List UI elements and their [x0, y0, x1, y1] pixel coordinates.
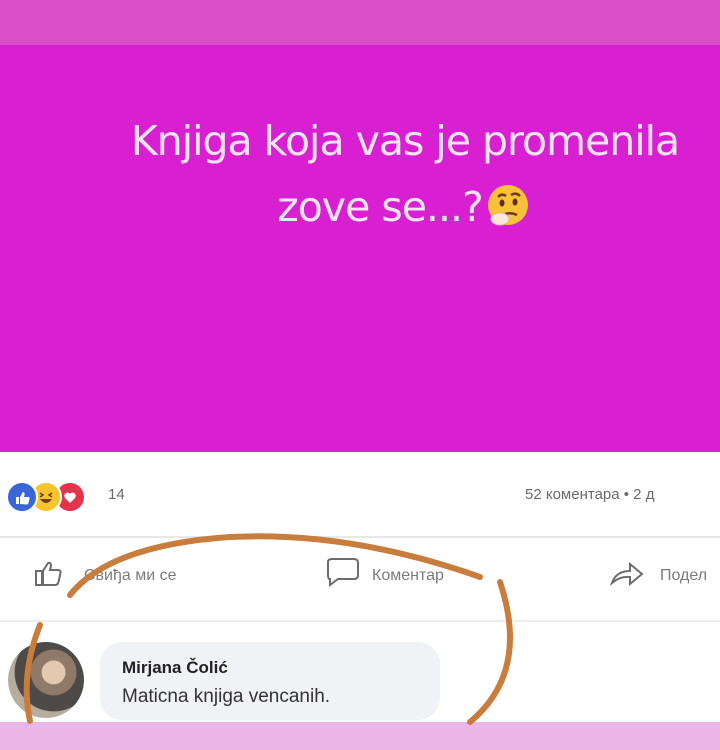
comment-label: Коментар: [372, 567, 444, 584]
comment-bubble: Mirjana Čolić Maticna knjiga vencanih.: [100, 642, 440, 720]
stats-row: 14 52 коментара • 2 д: [0, 467, 720, 517]
post-text-line1: Knjiga koja vas je promenila: [130, 117, 680, 165]
post-background: [0, 45, 720, 452]
share-arrow-icon: [609, 561, 644, 587]
comment-bubble-icon: [327, 558, 359, 587]
comment: Mirjana Čolić Maticna knjiga vencanih.: [0, 622, 720, 722]
avatar[interactable]: [8, 642, 84, 718]
post-text-line2: zove se...?: [277, 183, 484, 231]
bottom-band: [0, 722, 720, 750]
like-label: Свиђа ми се: [84, 567, 177, 584]
share-label: Подел: [660, 567, 708, 584]
like-reaction-icon: [6, 481, 38, 513]
thumbs-up-icon: [35, 561, 62, 586]
action-bar: Свиђа ми се Коментар Подел: [0, 555, 720, 603]
post-text-line2-wrap: zove se...?: [60, 174, 720, 240]
thinking-face-icon: [483, 181, 533, 231]
reaction-count[interactable]: 14: [108, 486, 125, 503]
comment-text: Maticna knjiga vencanih.: [122, 686, 331, 707]
divider: [0, 536, 720, 538]
top-band: [0, 0, 720, 45]
post-text: Knjiga koja vas je promenila zove se...?: [60, 108, 720, 240]
comment-author[interactable]: Mirjana Čolić: [122, 658, 228, 678]
comments-count[interactable]: 52 коментара • 2 д: [525, 486, 654, 503]
